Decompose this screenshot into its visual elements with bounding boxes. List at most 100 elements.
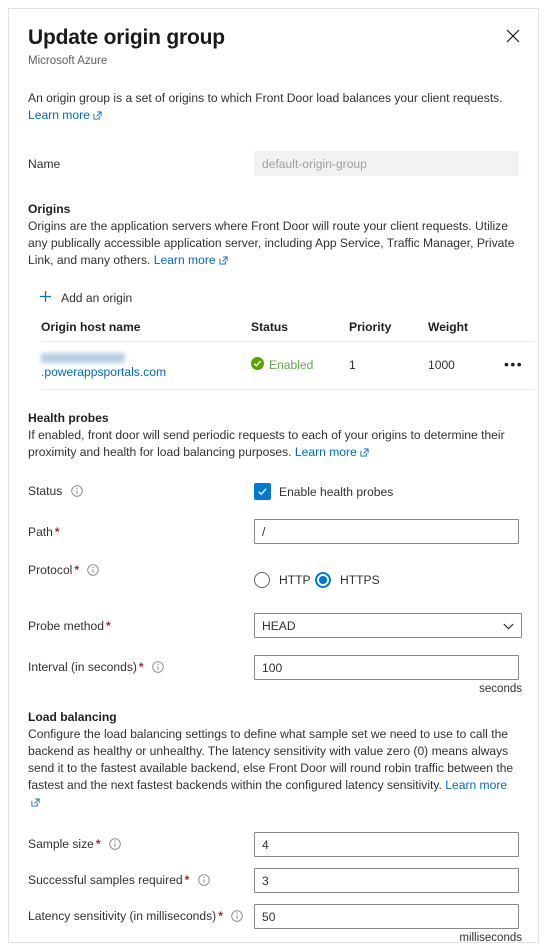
info-icon[interactable] <box>231 909 244 925</box>
path-row: Path * <box>28 519 519 544</box>
interval-input[interactable] <box>254 655 519 680</box>
cell-status: Enabled <box>251 341 349 390</box>
interval-suffix: seconds <box>479 683 522 695</box>
protocol-option-http[interactable]: HTTP <box>254 572 311 588</box>
info-icon[interactable] <box>197 873 210 889</box>
intro-sentence: An origin group is a set of origins to w… <box>28 91 503 105</box>
interval-label-wrap: Interval (in seconds) * <box>28 660 254 676</box>
protocol-row: Protocol * HTTP HTTPS <box>28 563 519 593</box>
load-balancing-title: Load balancing <box>28 710 117 724</box>
health-probes-learn-more-link[interactable]: Learn more <box>295 445 369 459</box>
protocol-option-http-label: HTTP <box>279 573 311 587</box>
external-link-icon <box>31 795 40 812</box>
origins-table: Origin host name Status Priority Weight … <box>41 320 534 390</box>
origins-section-title: Origins <box>28 202 71 216</box>
enable-health-probes-checkbox[interactable]: Enable health probes <box>254 483 393 500</box>
required-marker: * <box>138 659 144 674</box>
required-marker: * <box>74 563 80 577</box>
health-probes-section: Health probes If enabled, front door wil… <box>9 410 538 695</box>
successful-samples-label-wrap: Successful samples required * <box>28 873 254 889</box>
health-probes-desc: If enabled, front door will send periodi… <box>28 427 519 462</box>
plus-icon <box>39 290 52 306</box>
name-label: Name <box>28 156 61 171</box>
origins-learn-more-link[interactable]: Learn more <box>154 253 228 267</box>
intro-learn-more-link[interactable]: Learn more <box>28 108 102 122</box>
latency-sensitivity-row: Latency sensitivity (in milliseconds) * <box>28 904 519 929</box>
info-icon[interactable] <box>87 564 100 579</box>
origins-section: Origins Origins are the application serv… <box>9 201 538 390</box>
intro-text: An origin group is a set of origins to w… <box>28 90 519 125</box>
name-input <box>254 151 519 176</box>
column-header-actions <box>504 320 534 342</box>
cell-weight: 1000 <box>428 341 504 390</box>
required-marker: * <box>54 524 60 539</box>
cell-actions: ••• <box>504 341 534 390</box>
load-balancing-section: Load balancing Configure the load balanc… <box>9 709 538 943</box>
column-header-host: Origin host name <box>41 320 251 342</box>
health-probes-title: Health probes <box>28 411 109 425</box>
table-header-row: Origin host name Status Priority Weight <box>41 320 534 342</box>
interval-label: Interval (in seconds) <box>28 659 137 674</box>
interval-row: Interval (in seconds) * <box>28 655 519 680</box>
probe-method-label: Probe method <box>28 618 104 633</box>
latency-sensitivity-label-wrap: Latency sensitivity (in milliseconds) * <box>28 909 254 925</box>
cell-priority: 1 <box>349 341 428 390</box>
status-badge: Enabled <box>269 358 314 372</box>
checkbox-box <box>254 483 271 500</box>
status-enabled-icon <box>251 357 264 373</box>
page-title: Update origin group <box>28 26 225 49</box>
latency-sensitivity-input[interactable] <box>254 904 519 929</box>
row-more-options-button[interactable]: ••• <box>504 357 523 371</box>
radio-selected-icon <box>315 572 332 588</box>
redacted-host-prefix <box>41 353 125 363</box>
panel-header: Update origin group Microsoft Azure <box>9 9 538 69</box>
probe-method-select[interactable]: HEAD <box>254 613 522 638</box>
status-label: Status <box>28 483 63 498</box>
successful-samples-input[interactable] <box>254 868 519 893</box>
protocol-label-wrap: Protocol * <box>28 563 254 579</box>
protocol-option-https[interactable]: HTTPS <box>315 572 380 588</box>
path-input[interactable] <box>254 519 519 544</box>
required-marker: * <box>184 872 190 887</box>
sample-size-label-wrap: Sample size * <box>28 837 254 853</box>
add-an-origin-button[interactable]: Add an origin <box>39 287 132 309</box>
close-button[interactable] <box>498 21 528 51</box>
path-label-wrap: Path * <box>28 525 254 539</box>
status-label-wrap: Status <box>28 484 254 500</box>
sample-size-input[interactable] <box>254 832 519 857</box>
host-suffix: .powerappsportals.com <box>41 365 167 379</box>
status-row: Status Enable health probes <box>28 483 519 500</box>
external-link-icon <box>219 253 228 270</box>
path-label: Path <box>28 524 53 539</box>
external-link-icon <box>360 445 369 462</box>
required-marker: * <box>95 836 101 851</box>
info-icon[interactable] <box>109 837 121 853</box>
add-an-origin-label: Add an origin <box>61 291 133 305</box>
protocol-label: Protocol <box>28 563 73 577</box>
probe-method-row: Probe method * HEAD <box>28 613 522 638</box>
required-marker: * <box>105 618 111 633</box>
info-icon[interactable] <box>152 660 164 676</box>
table-row[interactable]: .powerappsportals.com Enabled 1 1000 ••• <box>41 341 534 390</box>
intro-block: An origin group is a set of origins to w… <box>9 90 538 125</box>
column-header-status: Status <box>251 320 349 342</box>
latency-sensitivity-label: Latency sensitivity (in milliseconds) <box>28 908 217 923</box>
close-icon <box>506 29 520 43</box>
probe-method-label-wrap: Probe method * <box>28 619 254 633</box>
info-icon[interactable] <box>70 484 83 500</box>
sample-size-row: Sample size * <box>28 832 519 857</box>
page-subtitle: Microsoft Azure <box>28 55 108 67</box>
enable-health-probes-label: Enable health probes <box>279 484 394 499</box>
protocol-radio-group: HTTP HTTPS <box>254 563 380 593</box>
required-marker: * <box>218 908 223 923</box>
latency-sensitivity-suffix: milliseconds <box>459 932 522 943</box>
sample-size-label: Sample size <box>28 836 94 851</box>
successful-samples-row: Successful samples required * <box>28 868 519 893</box>
load-balancing-desc: Configure the load balancing settings to… <box>28 726 519 812</box>
probe-method-select-wrap: HEAD <box>254 613 522 638</box>
update-origin-group-panel: Update origin group Microsoft Azure An o… <box>8 8 539 943</box>
successful-samples-label: Successful samples required <box>28 872 183 887</box>
external-link-icon <box>93 108 102 125</box>
name-row: Name <box>9 151 538 176</box>
cell-host-name: .powerappsportals.com <box>41 341 251 390</box>
